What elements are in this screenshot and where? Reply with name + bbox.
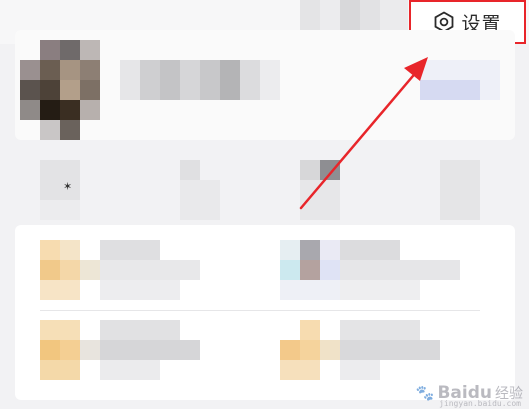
baidu-watermark: 🐾 Baidu 经验 jingyan.baidu.com (415, 383, 523, 408)
watermark-url: jingyan.baidu.com (439, 399, 521, 408)
paw-icon: 🐾 (415, 384, 435, 402)
annotation-arrow (299, 57, 428, 210)
